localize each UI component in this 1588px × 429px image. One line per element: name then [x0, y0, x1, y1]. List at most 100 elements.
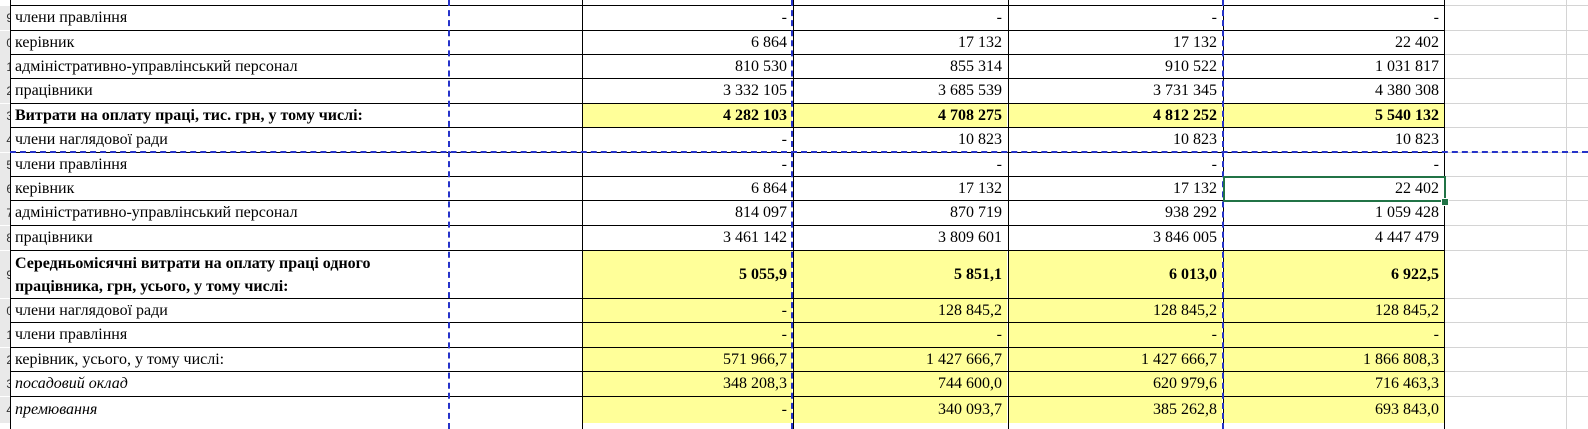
row-label-cell[interactable]: адміністративно-управлінський персонал [13, 201, 449, 225]
value-cell-col3[interactable]: - [1009, 153, 1222, 177]
value-cell-col3[interactable]: 17 132 [1009, 31, 1222, 55]
value-cell-col4[interactable]: 716 463,3 [1224, 372, 1444, 396]
value-cell-col1[interactable]: 348 208,3 [583, 372, 792, 396]
row-header[interactable]: 5 [0, 153, 10, 177]
value-cell-col2[interactable]: 17 132 [794, 177, 1007, 201]
row-header[interactable]: 4 [0, 397, 10, 423]
row-header[interactable]: 9 [0, 251, 10, 298]
value-cell-col1[interactable]: 4 282 103 [583, 104, 792, 128]
row-label-cell[interactable]: Витрати на оплату праці, тис. грн, у том… [13, 104, 449, 128]
value-cell-col3[interactable]: 938 292 [1009, 201, 1222, 225]
row-label-cell[interactable]: працівники [13, 226, 449, 250]
value-cell-col3[interactable]: - [1009, 6, 1222, 30]
value-cell-col3[interactable]: 1 427 666,7 [1009, 348, 1222, 372]
row-header[interactable]: 9 [0, 6, 10, 30]
value-cell-col2[interactable]: 3 685 539 [794, 79, 1007, 103]
row-header[interactable]: 1 [0, 323, 10, 347]
page-break-line [448, 0, 450, 429]
value-cell-col4[interactable]: 4 447 479 [1224, 226, 1444, 250]
row-label-cell[interactable]: Середньомісячні витрати на оплату праці … [13, 251, 449, 298]
row-header[interactable]: 1 [0, 55, 10, 79]
value-cell-col2[interactable]: - [794, 153, 1007, 177]
value-cell-col1[interactable]: 6 864 [583, 177, 792, 201]
value-cell-col3[interactable]: 4 812 252 [1009, 104, 1222, 128]
selected-cell-outline[interactable] [1223, 176, 1446, 202]
row-label-cell[interactable]: керівник [13, 177, 449, 201]
value-cell-col2[interactable]: 855 314 [794, 55, 1007, 79]
value-cell-col2[interactable]: 870 719 [794, 201, 1007, 225]
value-cell-col3[interactable]: 128 845,2 [1009, 299, 1222, 323]
value-cell-col4[interactable]: 1 059 428 [1224, 201, 1444, 225]
value-cell-col2[interactable]: 744 600,0 [794, 372, 1007, 396]
value-cell-col2[interactable]: 17 132 [794, 31, 1007, 55]
value-cell-col1[interactable]: 571 966,7 [583, 348, 792, 372]
row-header[interactable]: 2 [0, 79, 10, 103]
value-cell-col1[interactable]: 3 332 105 [583, 79, 792, 103]
row-label-cell[interactable]: керівник, усього, у тому числі: [13, 348, 449, 372]
value-cell-col3[interactable]: 3 731 345 [1009, 79, 1222, 103]
row-label-cell[interactable]: члени правління [13, 153, 449, 177]
value-cell-col4[interactable]: 1 031 817 [1224, 55, 1444, 79]
row-label-cell[interactable]: керівник [13, 31, 449, 55]
value-cell-col1[interactable]: - [583, 6, 792, 30]
row-label-cell[interactable]: працівники [13, 79, 449, 103]
value-cell-col3[interactable]: - [1009, 323, 1222, 347]
value-cell-col3[interactable]: 910 522 [1009, 55, 1222, 79]
value-cell-col4[interactable]: - [1224, 153, 1444, 177]
row-header[interactable]: 3 [0, 104, 10, 128]
row-header[interactable]: 8 [0, 226, 10, 250]
value-cell-col1[interactable]: - [583, 153, 792, 177]
row-label-cell[interactable]: члени наглядової ради [13, 128, 449, 152]
value-cell-col1[interactable]: - [583, 397, 792, 423]
value-cell-col4[interactable]: 693 843,0 [1224, 397, 1444, 423]
value-cell-col2[interactable]: 3 809 601 [794, 226, 1007, 250]
row-header[interactable]: 4 [0, 128, 10, 152]
row-label-cell[interactable]: члени правління [13, 323, 449, 347]
value-cell-col3[interactable]: 17 132 [1009, 177, 1222, 201]
value-cell-col2[interactable]: 5 851,1 [794, 251, 1007, 298]
value-cell-col1[interactable]: 810 530 [583, 55, 792, 79]
row-label-cell[interactable]: посадовий оклад [13, 372, 449, 396]
value-cell-col1[interactable]: - [583, 128, 792, 152]
value-cell-col4[interactable]: 22 402 [1224, 31, 1444, 55]
fill-handle[interactable] [1441, 198, 1449, 206]
row-header[interactable]: 0 [0, 299, 10, 323]
value-cell-col4[interactable]: 10 823 [1224, 128, 1444, 152]
value-cell-col1[interactable]: 5 055,9 [583, 251, 792, 298]
value-cell-col3[interactable]: 6 013,0 [1009, 251, 1222, 298]
value-cell-col3[interactable]: 385 262,8 [1009, 397, 1222, 423]
value-cell-col4[interactable]: 4 380 308 [1224, 79, 1444, 103]
value-cell-col3[interactable]: 3 846 005 [1009, 226, 1222, 250]
value-cell-col4[interactable]: 6 922,5 [1224, 251, 1444, 298]
value-cell-col4[interactable]: 1 866 808,3 [1224, 348, 1444, 372]
row-border [10, 5, 1444, 6]
row-label-cell[interactable]: члени правління [13, 6, 449, 30]
value-cell-col1[interactable]: 6 864 [583, 31, 792, 55]
row-header[interactable]: 2 [0, 348, 10, 372]
value-cell-col4[interactable]: 128 845,2 [1224, 299, 1444, 323]
value-cell-col1[interactable]: - [583, 299, 792, 323]
value-cell-col2[interactable]: - [794, 6, 1007, 30]
value-cell-col2[interactable]: 340 093,7 [794, 397, 1007, 423]
value-cell-col4[interactable]: 5 540 132 [1224, 104, 1444, 128]
row-header[interactable]: 3 [0, 372, 10, 396]
value-cell-col4[interactable]: - [1224, 323, 1444, 347]
value-cell-col1[interactable]: 3 461 142 [583, 226, 792, 250]
row-label-cell[interactable]: премювання [13, 397, 449, 423]
row-label-cell[interactable]: адміністративно-управлінський персонал [13, 55, 449, 79]
row-header[interactable]: 6 [0, 177, 10, 201]
table-row: 9 Середньомісячні витрати на оплату праці… [0, 251, 1588, 298]
row-label-cell[interactable]: члени наглядової ради [13, 299, 449, 323]
value-cell-col2[interactable]: - [794, 323, 1007, 347]
value-cell-col1[interactable]: - [583, 323, 792, 347]
value-cell-col1[interactable]: 814 097 [583, 201, 792, 225]
row-header[interactable]: 0 [0, 31, 10, 55]
value-cell-col2[interactable]: 128 845,2 [794, 299, 1007, 323]
value-cell-col2[interactable]: 4 708 275 [794, 104, 1007, 128]
value-cell-col4[interactable]: - [1224, 6, 1444, 30]
row-header[interactable]: 7 [0, 201, 10, 225]
value-cell-col3[interactable]: 10 823 [1009, 128, 1222, 152]
value-cell-col3[interactable]: 620 979,6 [1009, 372, 1222, 396]
value-cell-col2[interactable]: 1 427 666,7 [794, 348, 1007, 372]
value-cell-col2[interactable]: 10 823 [794, 128, 1007, 152]
